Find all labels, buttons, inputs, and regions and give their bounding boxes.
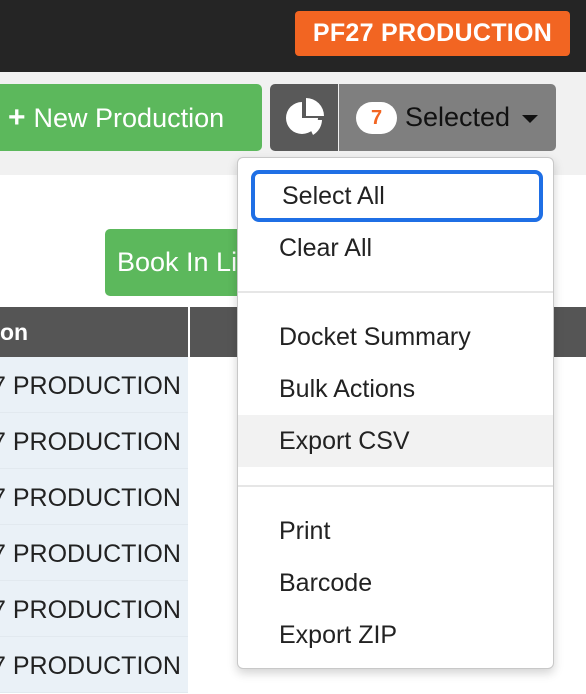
caret-down-icon (522, 115, 538, 123)
table-row[interactable]: 7 PRODUCTION (0, 525, 188, 581)
new-production-button[interactable]: + New Production (0, 84, 262, 151)
pie-chart-icon (286, 98, 324, 135)
plus-icon: + (8, 101, 26, 134)
menu-item-export-zip[interactable]: Export ZIP (238, 609, 553, 661)
table-row[interactable]: 7 PRODUCTION (0, 637, 188, 693)
environment-badge: PF27 PRODUCTION (295, 11, 570, 56)
chart-button[interactable] (270, 84, 338, 151)
selected-actions-menu: Select All Clear All Docket Summary Bulk… (237, 157, 554, 669)
selected-dropdown-button[interactable]: 7 Selected (339, 84, 556, 151)
menu-divider (238, 485, 553, 487)
menu-item-select-all[interactable]: Select All (251, 170, 543, 222)
menu-item-export-csv[interactable]: Export CSV (238, 415, 553, 467)
menu-item-print[interactable]: Print (238, 505, 553, 557)
menu-item-barcode[interactable]: Barcode (238, 557, 553, 609)
selected-count-badge: 7 (356, 102, 397, 134)
column-header[interactable]: on (0, 307, 188, 357)
table-row[interactable]: 7 PRODUCTION (0, 581, 188, 637)
table-row[interactable]: 7 PRODUCTION (0, 413, 188, 469)
menu-item-clear-all[interactable]: Clear All (238, 222, 553, 274)
top-navbar: PF27 PRODUCTION (0, 0, 586, 72)
selected-label: Selected (405, 102, 511, 132)
table-body: 7 PRODUCTION 7 PRODUCTION 7 PRODUCTION 7… (0, 357, 188, 693)
table-row[interactable]: 7 PRODUCTION (0, 469, 188, 525)
menu-item-docket-summary[interactable]: Docket Summary (238, 311, 553, 363)
menu-divider (238, 291, 553, 293)
new-production-label: New Production (33, 103, 225, 133)
column-divider (188, 307, 190, 357)
table-row[interactable]: 7 PRODUCTION (0, 357, 188, 413)
menu-item-bulk-actions[interactable]: Bulk Actions (238, 363, 553, 415)
